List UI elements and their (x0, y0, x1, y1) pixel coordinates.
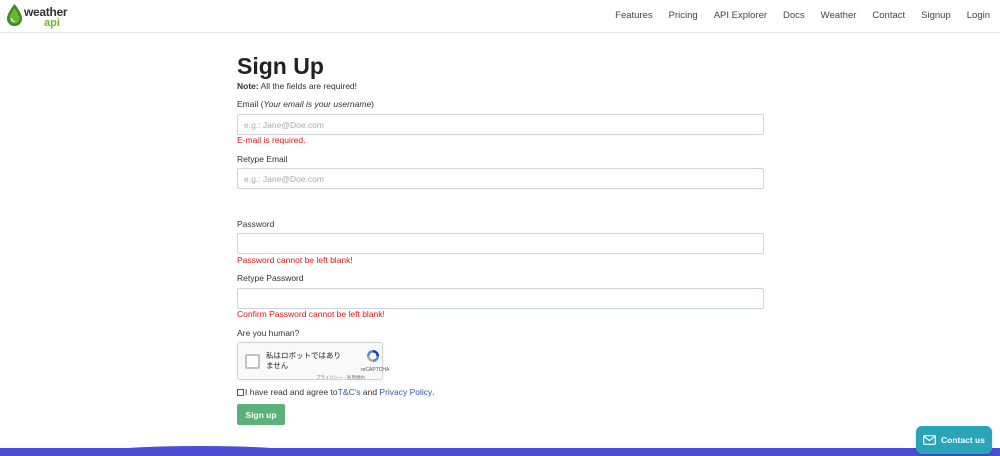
required-note: Note: All the fields are required! (237, 81, 357, 91)
email-error: E-mail is required. (237, 135, 306, 145)
envelope-icon (923, 435, 936, 445)
note-label: Note: (237, 81, 259, 91)
terms-agreement: I have read and agree to T&C's and Priva… (237, 387, 435, 397)
password-error: Password cannot be left blank! (237, 255, 353, 265)
nav-login[interactable]: Login (967, 10, 990, 21)
main-nav: Features Pricing API Explorer Docs Weath… (599, 10, 990, 21)
human-label: Are you human? (237, 328, 300, 338)
email-input[interactable] (237, 114, 764, 135)
privacy-policy-link[interactable]: Privacy Policy (379, 387, 432, 397)
nav-api-explorer[interactable]: API Explorer (714, 10, 767, 21)
page-title: Sign Up (237, 53, 324, 79)
terms-text: I have read and agree to (245, 387, 338, 397)
footer-wave (110, 446, 290, 456)
tc-link[interactable]: T&C's (338, 387, 361, 397)
recaptcha-checkbox[interactable] (245, 354, 260, 369)
email-label: Email (Your email is your username) (237, 99, 375, 109)
footer-strip (0, 446, 1000, 456)
contact-us-label: Contact us (941, 435, 985, 445)
nav-pricing[interactable]: Pricing (669, 10, 698, 21)
recaptcha-links[interactable]: プライバシー - 利用規約 (316, 375, 365, 381)
logo-word-api: api (44, 17, 60, 29)
signup-submit-button[interactable]: Sign up (237, 404, 285, 425)
site-header: weather api Features Pricing API Explore… (0, 0, 1000, 33)
retype-password-error: Confirm Password cannot be left blank! (237, 309, 385, 319)
note-text: All the fields are required! (258, 81, 358, 91)
nav-signup[interactable]: Signup (921, 10, 951, 21)
retype-password-label: Retype Password (237, 273, 304, 283)
recaptcha-brand: reCAPTCHA (361, 367, 390, 373)
terms-checkbox[interactable] (237, 388, 244, 396)
retype-email-label: Retype Email (237, 154, 288, 164)
recaptcha-logo-icon (367, 350, 379, 362)
recaptcha-widget: 私はロボットではありません reCAPTCHA プライバシー - 利用規約 (237, 342, 389, 381)
water-drop-icon (7, 4, 22, 26)
retype-password-input[interactable] (237, 288, 764, 309)
password-input[interactable] (237, 233, 764, 254)
password-label: Password (237, 219, 275, 229)
nav-docs[interactable]: Docs (783, 10, 805, 21)
weatherapi-logo[interactable]: weather api (6, 3, 68, 29)
nav-features[interactable]: Features (615, 10, 653, 21)
email-label-hint: Your email is your username (263, 99, 372, 109)
nav-weather[interactable]: Weather (821, 10, 857, 21)
recaptcha-text: 私はロボットではありません (266, 351, 341, 370)
retype-email-input[interactable] (237, 168, 764, 189)
nav-contact[interactable]: Contact (872, 10, 905, 21)
contact-us-button[interactable]: Contact us (916, 426, 992, 454)
